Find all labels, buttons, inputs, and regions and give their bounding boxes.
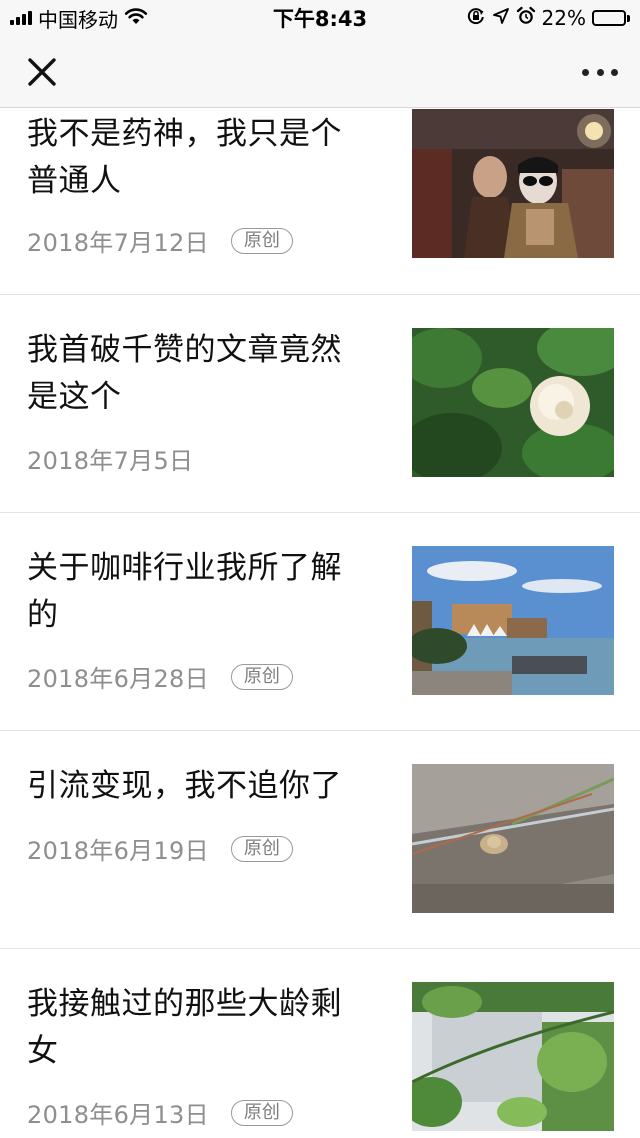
location-icon <box>492 6 510 30</box>
article-thumbnail <box>412 982 614 1131</box>
article-title: 引流变现，我不追你了 <box>27 763 372 810</box>
article-title: 我首破千赞的文章竟然 是这个 <box>27 327 372 421</box>
battery-percent: 22% <box>541 6 586 30</box>
article-thumbnail <box>412 328 614 477</box>
screen: 中国移动 下午8:43 22% 我不是药神，我只是个 普通人 2018年7月12… <box>0 0 640 1138</box>
more-icon-dot <box>582 68 589 76</box>
article-title-line: 是这个 <box>27 379 122 415</box>
original-badge: 原创 <box>230 1099 293 1126</box>
rotation-lock-icon <box>466 6 486 31</box>
signal-icon <box>10 11 32 25</box>
alarm-icon <box>516 6 536 31</box>
article-thumbnail <box>412 546 614 695</box>
status-left: 中国移动 <box>10 4 148 33</box>
more-icon-dot <box>611 68 618 76</box>
status-right: 22% <box>466 6 630 31</box>
carrier-label: 中国移动 <box>38 7 118 32</box>
article-thumbnail <box>412 764 614 913</box>
close-icon <box>28 58 56 86</box>
article-date: 2018年7月12日 <box>27 229 209 257</box>
article-item[interactable]: 关于咖啡行业我所了解 的 2018年6月28日 原创 <box>0 513 640 731</box>
article-title-line: 女 <box>27 1033 59 1069</box>
battery-icon <box>592 10 630 26</box>
article-title-line: 我接触过的那些大龄剩 <box>27 986 342 1022</box>
more-button[interactable] <box>580 56 620 88</box>
article-date: 2018年7月5日 <box>27 447 194 475</box>
article-title-line: 我不是药神，我只是个 <box>27 116 342 152</box>
more-icon-dot <box>596 68 604 76</box>
article-date: 2018年6月13日 <box>27 1101 209 1129</box>
article-item[interactable]: 我不是药神，我只是个 普通人 2018年7月12日 原创 <box>0 109 640 295</box>
article-meta: 2018年7月12日 原创 <box>27 223 293 258</box>
article-item[interactable]: 我接触过的那些大龄剩 女 2018年6月13日 原创 <box>0 949 640 1138</box>
article-item[interactable]: 引流变现，我不追你了 2018年6月19日 原创 <box>0 731 640 949</box>
article-title: 关于咖啡行业我所了解 的 <box>27 545 372 639</box>
article-title: 我接触过的那些大龄剩 女 <box>27 981 372 1075</box>
article-title: 我不是药神，我只是个 普通人 <box>27 111 372 205</box>
article-list: 我不是药神，我只是个 普通人 2018年7月12日 原创 我首破千赞的文章竟然 … <box>0 109 640 1138</box>
wifi-icon <box>124 6 148 30</box>
original-badge: 原创 <box>230 663 293 690</box>
article-title-line: 引流变现，我不追你了 <box>27 768 342 804</box>
close-button[interactable] <box>22 52 62 92</box>
article-title-line: 普通人 <box>27 163 122 199</box>
article-date: 2018年6月28日 <box>27 665 209 693</box>
article-item[interactable]: 我首破千赞的文章竟然 是这个 2018年7月5日 <box>0 295 640 513</box>
status-bar: 中国移动 下午8:43 22% <box>0 0 640 36</box>
original-badge: 原创 <box>230 835 293 862</box>
article-title-line: 的 <box>27 597 59 633</box>
article-date: 2018年6月19日 <box>27 837 209 865</box>
article-title-line: 关于咖啡行业我所了解 <box>27 550 342 586</box>
nav-bar <box>0 36 640 108</box>
article-meta: 2018年6月13日 原创 <box>27 1095 293 1130</box>
article-title-line: 我首破千赞的文章竟然 <box>27 332 342 368</box>
article-meta: 2018年6月28日 原创 <box>27 659 293 694</box>
article-meta: 2018年7月5日 <box>27 441 193 476</box>
article-meta: 2018年6月19日 原创 <box>27 831 293 866</box>
article-thumbnail <box>412 109 614 258</box>
original-badge: 原创 <box>230 227 293 254</box>
